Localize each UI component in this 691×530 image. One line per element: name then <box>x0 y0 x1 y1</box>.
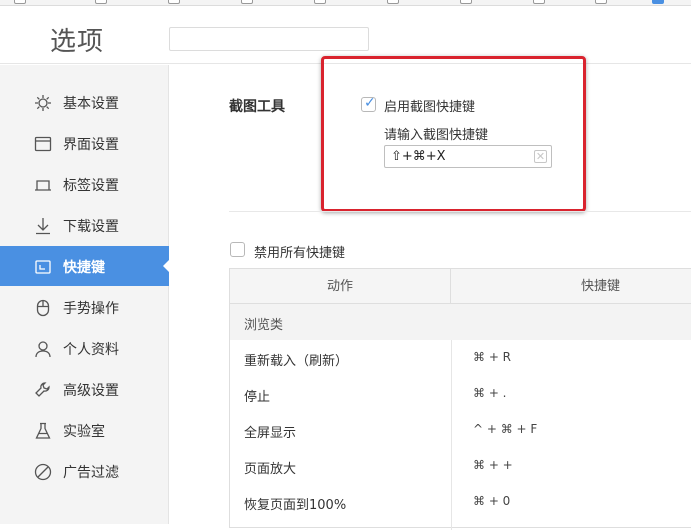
shortcut-cell[interactable]: ^ + ⌘ + F <box>473 422 537 436</box>
enable-screenshot-shortcut-checkbox[interactable]: ✓ <box>361 95 376 112</box>
sun-icon <box>34 94 52 112</box>
shortcuts-panel: 截图工具 ✓ 启用截图快捷键 请输入截图快捷键 ⇧+⌘+X ✕ 禁用所有快捷键 … <box>170 56 691 530</box>
download-icon <box>34 217 52 235</box>
block-icon <box>34 463 52 481</box>
action-cell: 恢复页面到100% <box>244 498 347 513</box>
bookmark-icon[interactable] <box>14 0 26 4</box>
table-row[interactable]: 恢复页面到100% ⌘ + 0 <box>230 484 691 520</box>
sidebar-item-tabs[interactable]: 标签设置 <box>0 164 169 204</box>
mouse-icon <box>34 299 52 317</box>
search-input[interactable] <box>169 27 369 51</box>
sidebar-item-basic[interactable]: 基本设置 <box>0 82 169 122</box>
flask-icon <box>34 422 52 440</box>
wrench-icon <box>34 381 52 399</box>
sidebar: 基本设置 界面设置 标签设置 下载设置 快捷键 手势操作 个人资料 高级设置 实… <box>0 65 170 524</box>
screenshot-tool-label: 截图工具 <box>229 99 285 115</box>
clear-icon[interactable]: ✕ <box>534 150 547 163</box>
action-cell: 全屏显示 <box>244 426 297 441</box>
table-row[interactable]: 页面放大 ⌘ + + <box>230 448 691 484</box>
disable-all-shortcuts-checkbox[interactable] <box>230 242 245 257</box>
shortcut-cell[interactable]: ⌘ + R <box>473 350 511 364</box>
screenshot-shortcut-input[interactable]: ⇧+⌘+X ✕ <box>384 145 552 168</box>
tab-icon <box>34 176 52 194</box>
shortcut-cell[interactable]: ⌘ + + <box>473 458 513 472</box>
sidebar-item-label: 个人资料 <box>63 342 119 358</box>
bookmark-icon[interactable] <box>595 0 607 4</box>
window-icon <box>34 135 52 153</box>
sidebar-item-label: 高级设置 <box>63 383 119 399</box>
options-header: 选项 <box>0 6 691 64</box>
bookmark-icon[interactable] <box>95 0 107 4</box>
sidebar-item-label: 基本设置 <box>63 96 119 112</box>
bookmark-icon[interactable] <box>387 0 399 4</box>
action-cell: 停止 <box>244 390 271 405</box>
group-label: 浏览类 <box>244 318 284 333</box>
sidebar-item-label: 快捷键 <box>63 260 105 276</box>
sidebar-item-label: 下载设置 <box>63 219 119 235</box>
shortcut-cell[interactable]: ⌘ + . <box>473 386 507 400</box>
table-header: 动作 快捷键 <box>230 269 691 304</box>
shortcut-input-value: ⇧+⌘+X <box>391 149 446 164</box>
enable-screenshot-shortcut-label[interactable]: 启用截图快捷键 <box>384 96 475 115</box>
shortcut-table: 动作 快捷键 浏览类 重新载入（刷新） ⌘ + R 停止 ⌘ + . 全屏显示 … <box>229 268 691 530</box>
disable-all-shortcuts-label[interactable]: 禁用所有快捷键 <box>254 242 345 261</box>
sidebar-item-adblock[interactable]: 广告过滤 <box>0 451 169 491</box>
sidebar-item-shortcuts[interactable]: 快捷键 <box>0 246 170 286</box>
table-row[interactable]: 重新载入（刷新） ⌘ + R <box>230 340 691 376</box>
bookmark-icon[interactable] <box>533 0 545 4</box>
table-row[interactable]: 停止 ⌘ + . <box>230 376 691 412</box>
sidebar-item-label: 界面设置 <box>63 137 119 153</box>
bookmark-icon[interactable] <box>168 0 180 4</box>
sidebar-item-advanced[interactable]: 高级设置 <box>0 369 169 409</box>
shortcut-icon <box>34 258 52 276</box>
sidebar-item-lab[interactable]: 实验室 <box>0 410 169 450</box>
user-icon <box>34 340 52 358</box>
bookmark-icon[interactable] <box>652 0 664 4</box>
sidebar-item-download[interactable]: 下载设置 <box>0 205 169 245</box>
bookmark-icon[interactable] <box>314 0 326 4</box>
bookmark-icon[interactable] <box>460 0 472 4</box>
sidebar-item-label: 手势操作 <box>63 301 119 317</box>
shortcut-cell[interactable]: ⌘ + 0 <box>473 494 510 508</box>
table-row[interactable]: 全屏显示 ^ + ⌘ + F <box>230 412 691 448</box>
screenshot-shortcut-input-label: 请输入截图快捷键 <box>384 128 489 143</box>
sidebar-item-label: 实验室 <box>63 424 105 440</box>
checkmark-icon: ✓ <box>364 95 376 111</box>
sidebar-item-gestures[interactable]: 手势操作 <box>0 287 169 327</box>
sidebar-item-label: 标签设置 <box>63 178 119 194</box>
column-header-shortcut: 快捷键 <box>581 279 621 294</box>
column-header-action: 动作 <box>230 269 451 304</box>
section-divider <box>229 211 691 212</box>
sidebar-item-label: 广告过滤 <box>63 465 119 481</box>
sidebar-item-profile[interactable]: 个人资料 <box>0 328 169 368</box>
page-title: 选项 <box>50 27 105 57</box>
action-cell: 重新载入（刷新） <box>244 354 349 369</box>
bookmark-icon[interactable] <box>241 0 253 4</box>
table-group-row: 浏览类 <box>230 304 691 340</box>
sidebar-item-interface[interactable]: 界面设置 <box>0 123 169 163</box>
action-cell: 页面放大 <box>244 462 297 477</box>
